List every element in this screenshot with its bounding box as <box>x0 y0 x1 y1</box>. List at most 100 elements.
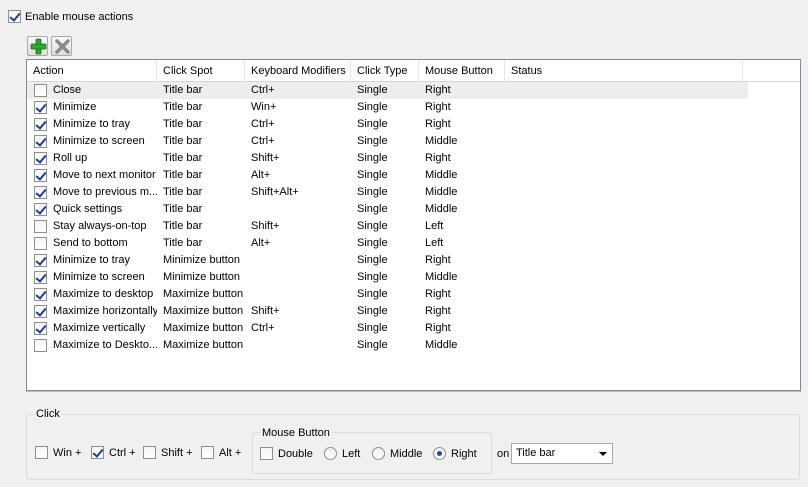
column-header-mouse-button[interactable]: Mouse Button <box>419 60 505 82</box>
table-row[interactable]: Minimize Title bar Win+ Single Right <box>27 99 800 116</box>
row-status-cell <box>505 133 743 150</box>
row-spot-cell: Maximize button <box>163 322 244 334</box>
row-action-cell: Maximize horizontally <box>27 303 157 320</box>
table-row[interactable]: Minimize to tray Minimize button Single Rig… <box>27 252 800 269</box>
enable-checkbox-box[interactable] <box>8 10 21 23</box>
table-row[interactable]: Close Title bar Ctrl+ Single Right <box>27 82 748 99</box>
row-type-cell: Single <box>357 169 388 181</box>
chevron-down-icon[interactable] <box>599 452 607 456</box>
modifier-alt-checkbox[interactable]: Alt + <box>201 446 241 459</box>
mouse-right-radio[interactable]: Right <box>433 447 477 460</box>
column-header-status[interactable]: Status <box>505 60 743 82</box>
row-enable-checkbox[interactable] <box>34 152 47 165</box>
table-row[interactable]: Minimize to screen Minimize button Single M… <box>27 269 800 286</box>
row-enable-checkbox[interactable] <box>34 203 47 216</box>
column-header-action[interactable]: Action <box>27 60 157 82</box>
row-status-cell <box>505 286 743 303</box>
click-legend: Click <box>34 408 62 420</box>
remove-action-button[interactable] <box>51 36 72 56</box>
checkbox-box[interactable] <box>201 446 214 459</box>
row-enable-checkbox[interactable] <box>34 339 47 352</box>
row-status-cell <box>505 201 743 218</box>
row-mods-cell: Alt+ <box>251 237 271 249</box>
click-spot-dropdown[interactable]: Title bar <box>511 443 613 464</box>
checkbox-box[interactable] <box>35 446 48 459</box>
row-spot-cell: Title bar <box>163 84 203 96</box>
mouse-middle-radio[interactable]: Middle <box>372 447 422 460</box>
row-enable-checkbox[interactable] <box>34 101 47 114</box>
table-row[interactable]: Minimize to screen Title bar Ctrl+ Single Mi… <box>27 133 800 150</box>
row-enable-checkbox[interactable] <box>34 84 47 97</box>
column-header-click-spot[interactable]: Click Spot <box>157 60 245 82</box>
table-row[interactable]: Maximize to desktop Maximize button Single… <box>27 286 800 303</box>
on-label: on <box>497 448 510 460</box>
row-action-label: Maximize horizontally <box>53 305 157 317</box>
row-action-label: Close <box>53 84 82 96</box>
table-row[interactable]: Maximize horizontally Maximize button Shif… <box>27 303 800 320</box>
mouse-right-label: Right <box>451 447 477 460</box>
row-enable-checkbox[interactable] <box>34 305 47 318</box>
row-enable-checkbox[interactable] <box>34 135 47 148</box>
row-mods-cell: Win+ <box>251 101 277 113</box>
row-spot-cell: Title bar <box>163 237 203 249</box>
row-action-cell: Minimize to tray <box>27 252 157 269</box>
row-type-cell: Single <box>357 220 388 232</box>
row-enable-checkbox[interactable] <box>34 254 47 267</box>
row-spot-cell: Title bar <box>163 101 203 113</box>
add-action-button[interactable] <box>27 36 48 56</box>
double-click-checkbox[interactable]: Double <box>260 447 313 460</box>
click-spot-value: Title bar <box>516 447 556 459</box>
row-enable-checkbox[interactable] <box>34 322 47 335</box>
table-row[interactable]: Stay always-on-top Title bar Shift+ Single L… <box>27 218 800 235</box>
row-mods-cell <box>245 337 351 354</box>
row-enable-checkbox[interactable] <box>34 237 47 250</box>
modifier-shift-checkbox[interactable]: Shift + <box>143 446 193 459</box>
table-row[interactable]: Quick settings Title bar Single Middle <box>27 201 800 218</box>
row-type-cell: Single <box>357 237 388 249</box>
row-type-cell: Single <box>357 288 388 300</box>
column-header-keyboard-modifiers[interactable]: Keyboard Modifiers <box>245 60 351 82</box>
row-button-cell: Middle <box>425 203 458 215</box>
modifier-alt-label: Alt + <box>219 446 242 459</box>
row-enable-checkbox[interactable] <box>34 271 47 284</box>
table-row[interactable]: Move to next monitor Title bar Alt+ Single M… <box>27 167 800 184</box>
checkbox-box[interactable] <box>143 446 156 459</box>
enable-mouse-actions-checkbox[interactable]: Enable mouse actions <box>8 10 133 23</box>
row-spot-cell: Title bar <box>163 203 203 215</box>
row-action-label: Quick settings <box>53 203 123 215</box>
row-action-label: Roll up <box>53 152 88 164</box>
row-action-cell: Stay always-on-top <box>27 218 157 235</box>
row-spot-cell: Title bar <box>163 220 203 232</box>
row-mods-cell: Shift+ <box>251 152 280 164</box>
row-action-label: Send to bottom <box>53 237 128 249</box>
modifier-ctrl-checkbox[interactable]: Ctrl + <box>91 446 136 459</box>
table-row[interactable]: Move to previous m... Title bar Shift+Alt+… <box>27 184 800 201</box>
radio-circle[interactable] <box>372 447 385 460</box>
row-mods-cell <box>245 286 351 303</box>
checkbox-box[interactable] <box>91 446 104 459</box>
radio-circle[interactable] <box>324 447 337 460</box>
modifier-win-checkbox[interactable]: Win + <box>35 446 81 459</box>
row-button-cell: Middle <box>425 339 458 351</box>
table-row[interactable]: Maximize to Deskto... Maximize button Sing… <box>27 337 800 354</box>
row-enable-checkbox[interactable] <box>34 186 47 199</box>
row-enable-checkbox[interactable] <box>34 220 47 233</box>
row-spot-cell: Title bar <box>163 186 203 198</box>
row-enable-checkbox[interactable] <box>34 169 47 182</box>
table-row[interactable]: Send to bottom Title bar Alt+ Single Left <box>27 235 800 252</box>
table-row[interactable]: Maximize vertically Maximize button Ctrl+ S… <box>27 320 800 337</box>
column-header-click-type[interactable]: Click Type <box>351 60 419 82</box>
row-mods-cell: Ctrl+ <box>251 118 275 130</box>
row-enable-checkbox[interactable] <box>34 288 47 301</box>
checkbox-box[interactable] <box>260 447 273 460</box>
row-button-cell: Right <box>425 84 451 96</box>
row-button-cell: Middle <box>425 271 458 283</box>
radio-circle[interactable] <box>433 447 446 460</box>
mouse-left-radio[interactable]: Left <box>324 447 360 460</box>
row-type-cell: Single <box>357 271 388 283</box>
table-row[interactable]: Roll up Title bar Shift+ Single Right <box>27 150 800 167</box>
row-action-cell: Minimize to tray <box>27 116 157 133</box>
row-enable-checkbox[interactable] <box>34 118 47 131</box>
table-row[interactable]: Minimize to tray Title bar Ctrl+ Single Righ… <box>27 116 800 133</box>
actions-grid[interactable]: Action Click Spot Keyboard Modifiers Cli… <box>26 59 801 391</box>
